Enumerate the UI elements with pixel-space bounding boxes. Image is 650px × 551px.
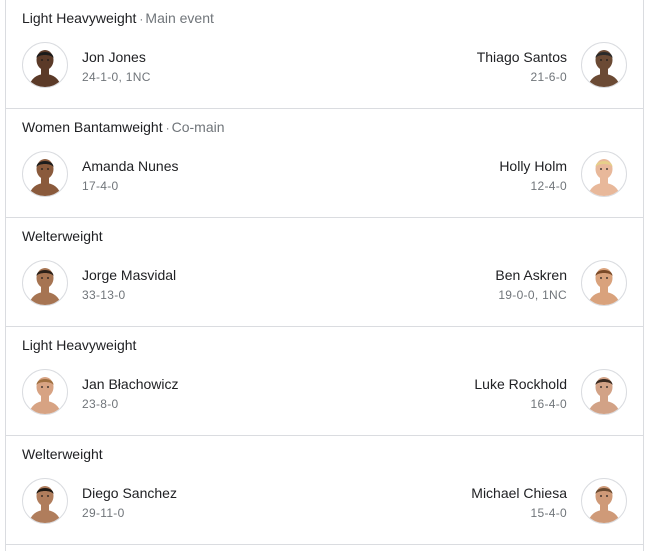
portrait-eye: [606, 495, 608, 497]
fighter-avatar[interactable]: [22, 151, 68, 197]
portrait-eye: [606, 168, 608, 170]
fighter-record: 17-4-0: [82, 179, 119, 193]
title-separator: ·: [165, 121, 170, 135]
portrait-eye: [600, 168, 602, 170]
fighter-record: 16-4-0: [530, 397, 567, 411]
fighter-name[interactable]: Thiago Santos: [477, 48, 567, 66]
fighter-avatar[interactable]: [581, 42, 627, 88]
portrait-eye: [600, 495, 602, 497]
fighter-portrait-icon: [29, 486, 61, 523]
weight-class: Welterweight: [22, 228, 103, 244]
fighter-name[interactable]: Jon Jones: [82, 48, 146, 66]
fight-row[interactable]: Welterweight Diego Sanchez 29-11-0 Michael …: [6, 436, 643, 545]
portrait-eye: [600, 386, 602, 388]
fighter-record: 19-0-0, 1NC: [498, 288, 567, 302]
fighter-left[interactable]: Jan Błachowicz 23-8-0: [22, 369, 322, 415]
fighter-left[interactable]: Amanda Nunes 17-4-0: [22, 151, 322, 197]
fighter-portrait-icon: [588, 486, 620, 523]
fighter-avatar[interactable]: [22, 369, 68, 415]
fighter-left[interactable]: Jorge Masvidal 33-13-0: [22, 260, 322, 306]
weight-class: Light Heavyweight: [22, 337, 137, 353]
fighter-record: 33-13-0: [82, 288, 126, 302]
fighter-portrait-icon: [588, 50, 620, 87]
portrait-eye: [47, 168, 49, 170]
portrait-eye: [47, 495, 49, 497]
fight-title: Light Heavyweight · Main event: [22, 9, 214, 28]
portrait-eye: [41, 168, 43, 170]
weight-class: Welterweight: [22, 446, 103, 462]
portrait-eye: [606, 59, 608, 61]
portrait-eye: [41, 277, 43, 279]
fighter-avatar[interactable]: [581, 478, 627, 524]
fighter-name[interactable]: Jorge Masvidal: [82, 266, 176, 284]
fighter-portrait-icon: [29, 159, 61, 196]
fighter-portrait-icon: [588, 377, 620, 414]
fighter-portrait-icon: [588, 268, 620, 305]
fight-title: Welterweight: [22, 445, 103, 463]
portrait-eye: [41, 59, 43, 61]
fighter-record: 12-4-0: [530, 179, 567, 193]
fighter-record: 15-4-0: [530, 506, 567, 520]
fight-row[interactable]: Light Heavyweight · Main event Jon Jones 24-…: [6, 0, 643, 109]
portrait-eye: [600, 277, 602, 279]
fighter-name[interactable]: Luke Rockhold: [474, 375, 567, 393]
portrait-eye: [606, 386, 608, 388]
fight-row[interactable]: Women Bantamweight · Co-main Amanda Nunes 17…: [6, 109, 643, 218]
title-separator: ·: [139, 12, 144, 26]
fighter-portrait-icon: [588, 159, 620, 196]
fight-title: Light Heavyweight: [22, 336, 136, 354]
fighter-portrait-icon: [29, 50, 61, 87]
fighter-record: 24-1-0, 1NC: [82, 70, 151, 84]
fighter-name[interactable]: Diego Sanchez: [82, 484, 177, 502]
portrait-eye: [41, 495, 43, 497]
fighter-avatar[interactable]: [22, 478, 68, 524]
fighter-avatar[interactable]: [581, 151, 627, 197]
fighter-portrait-icon: [29, 377, 61, 414]
portrait-eye: [600, 59, 602, 61]
fight-title: Women Bantamweight · Co-main: [22, 118, 225, 137]
fighter-record: 29-11-0: [82, 506, 125, 520]
portrait-eye: [41, 386, 43, 388]
fight-billing-note: Co-main: [171, 119, 225, 135]
fighter-avatar[interactable]: [581, 369, 627, 415]
fighter-avatar[interactable]: [22, 260, 68, 306]
fighter-left[interactable]: Diego Sanchez 29-11-0: [22, 478, 322, 524]
fighter-name[interactable]: Holly Holm: [499, 157, 567, 175]
fight-title: Welterweight: [22, 227, 103, 245]
fighter-left[interactable]: Jon Jones 24-1-0, 1NC: [22, 42, 322, 88]
fight-billing-note: Main event: [145, 10, 214, 26]
weight-class: Women Bantamweight: [22, 119, 163, 135]
fight-card-list: Light Heavyweight · Main event Jon Jones 24-…: [5, 0, 644, 551]
portrait-eye: [606, 277, 608, 279]
fight-row[interactable]: Welterweight Jorge Masvidal 33-13-0 Ben Ask…: [6, 218, 643, 327]
fighter-right[interactable]: Thiago Santos 21-6-0: [327, 42, 627, 88]
fighter-right[interactable]: Ben Askren 19-0-0, 1NC: [327, 260, 627, 306]
fighter-right[interactable]: Luke Rockhold 16-4-0: [327, 369, 627, 415]
fighter-right[interactable]: Holly Holm 12-4-0: [327, 151, 627, 197]
fighter-name[interactable]: Jan Błachowicz: [82, 375, 179, 393]
fighter-name[interactable]: Michael Chiesa: [471, 484, 567, 502]
portrait-eye: [47, 59, 49, 61]
fighter-name[interactable]: Ben Askren: [495, 266, 567, 284]
portrait-eye: [47, 386, 49, 388]
fighter-record: 21-6-0: [530, 70, 567, 84]
portrait-eye: [47, 277, 49, 279]
fight-row[interactable]: Light Heavyweight Jan Błachowicz 23-8-0 Luk…: [6, 327, 643, 436]
fighter-avatar[interactable]: [581, 260, 627, 306]
weight-class: Light Heavyweight: [22, 10, 137, 26]
fighter-record: 23-8-0: [82, 397, 119, 411]
fighter-right[interactable]: Michael Chiesa 15-4-0: [327, 478, 627, 524]
fighter-name[interactable]: Amanda Nunes: [82, 157, 179, 175]
fighter-avatar[interactable]: [22, 42, 68, 88]
fighter-portrait-icon: [29, 268, 61, 305]
